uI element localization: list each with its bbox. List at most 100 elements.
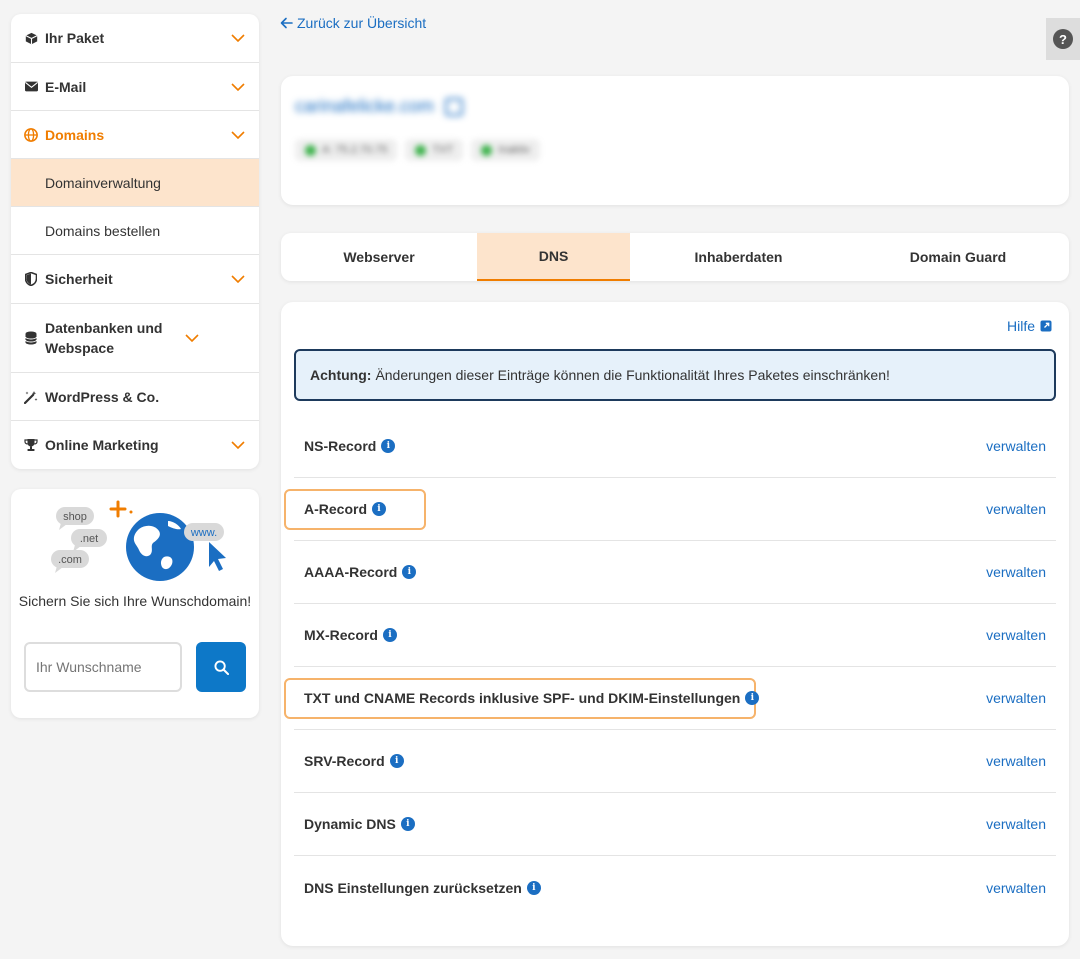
sidebar-item-domains[interactable]: Domains [11,111,259,159]
info-icon[interactable]: i [389,754,404,768]
dns-record-row: SRV-Record i verwalten [294,730,1056,793]
info-icon[interactable]: i [402,565,417,579]
domain-status-badges: A: 75.2.70.75 TXT Inaktiv [295,139,541,161]
tab-dns[interactable]: DNS [477,233,630,281]
manage-link[interactable]: verwalten [986,564,1046,580]
domain-illustration: shop .net .com www. [51,500,226,581]
magic-wand-icon [24,390,38,404]
info-icon[interactable]: i [526,880,541,895]
info-icon[interactable]: i [745,691,760,705]
dns-record-row: AAAA-Record i verwalten [294,541,1056,604]
sidebar-item-wordpress[interactable]: WordPress & Co. [11,373,259,421]
record-name: AAAA-Record i [304,564,417,580]
promo-text: Sichern Sie sich Ihre Wunschdomain! [18,593,252,609]
help-link[interactable]: Hilfe [1007,318,1052,334]
sidebar-item-label: Domains [45,126,105,143]
record-name: NS-Record i [304,438,396,454]
sidebar-item-label: E-Mail [45,78,87,95]
dns-record-list: NS-Record i verwalten A-Record i verwalten… [284,415,1056,919]
manage-link[interactable]: verwalten [986,438,1046,454]
domain-search-button[interactable] [196,642,246,692]
dns-settings-card: Hilfe Achtung: Änderungen dieser Einträg… [281,302,1069,946]
manage-link[interactable]: verwalten [986,753,1046,769]
database-icon [24,331,38,345]
info-icon[interactable]: i [400,817,415,831]
search-icon [213,659,229,675]
sidebar-item-datenbanken[interactable]: Datenbanken und Webspace [11,304,259,373]
shop-tag: shop [56,507,94,530]
info-icon[interactable]: i [372,502,387,516]
warning-alert: Achtung: Änderungen dieser Einträge könn… [294,349,1056,401]
sidebar-item-label: WordPress & Co. [45,388,160,405]
svg-text:shop: shop [63,511,87,523]
shield-icon [24,272,38,286]
domain-name: carinafelicke.com [295,96,464,117]
manage-link[interactable]: verwalten [986,880,1046,896]
dns-record-row: NS-Record i verwalten [294,415,1056,478]
sidebar-item-email[interactable]: E-Mail [11,63,259,111]
alert-text: Änderungen dieser Einträge können die Fu… [375,367,890,383]
record-name: A-Record i [304,501,387,517]
edit-icon[interactable] [445,98,464,117]
chevron-down-icon [231,130,245,139]
chevron-down-icon [231,441,245,449]
svg-text:.net: .net [80,533,98,545]
domain-tabs: Webserver DNS Inhaberdaten Domain Guard [281,233,1069,281]
external-link-icon [1040,320,1052,332]
tab-inhaberdaten[interactable]: Inhaberdaten [630,233,847,281]
back-link-label: Zurück zur Übersicht [297,15,427,31]
cursor-icon [209,542,226,571]
dns-record-row: TXT und CNAME Records inklusive SPF- und… [284,667,1056,730]
domain-search-input[interactable] [24,642,182,692]
record-name: TXT und CNAME Records inklusive SPF- und… [304,690,760,706]
dns-record-row: A-Record i verwalten [284,478,1056,541]
help-link-label: Hilfe [1006,318,1035,334]
record-name: MX-Record i [304,627,397,643]
sidebar-item-label: Online Marketing [45,437,159,453]
sidebar-item-label: Datenbanken und Webspace [45,320,163,356]
info-icon[interactable]: i [382,628,397,642]
domain-search-promo: shop .net .com www. Sichern Sie sich Ihr… [11,489,259,718]
chevron-down-icon [231,82,245,91]
sidebar-subitem-domainverwaltung[interactable]: Domainverwaltung [11,159,259,207]
tab-webserver[interactable]: Webserver [281,233,477,281]
sidebar-item-label: Ihr Paket [45,30,105,46]
info-icon[interactable]: i [381,439,396,453]
chevron-down-icon [231,275,245,283]
com-tag: .com [51,550,89,573]
sidebar-item-online-marketing[interactable]: Online Marketing [11,421,259,469]
svg-text:.com: .com [58,554,82,566]
status-dot [481,144,493,156]
dns-record-row: Dynamic DNS i verwalten [294,793,1056,856]
sidebar-item-label: Sicherheit [45,271,113,287]
back-to-overview-link[interactable]: Zurück zur Übersicht [280,15,426,31]
box-icon [24,31,38,45]
status-badge: TXT [405,139,464,161]
svg-text:www.: www. [190,527,217,539]
chevron-down-icon [185,334,199,342]
manage-link[interactable]: verwalten [986,816,1046,832]
domain-info-card: carinafelicke.com A: 75.2.70.75 TXT Inak… [281,76,1069,205]
envelope-icon [24,80,38,94]
record-name: Dynamic DNS i [304,816,415,832]
tab-domain-guard[interactable]: Domain Guard [847,233,1069,281]
manage-link[interactable]: verwalten [986,627,1046,643]
dns-record-row: DNS Einstellungen zurücksetzen i verwalte… [294,856,1056,919]
status-dot [305,144,316,156]
status-dot [415,144,427,156]
www-tag: www. [184,523,224,541]
trophy-icon [24,438,38,452]
help-button[interactable]: ? [1046,18,1080,60]
chevron-down-icon [231,34,245,42]
sidebar-subitem-domains-bestellen[interactable]: Domains bestellen [11,207,259,255]
question-icon: ? [1053,29,1073,49]
record-name: SRV-Record i [304,753,404,769]
sidebar-item-ihr-paket[interactable]: Ihr Paket [11,14,259,63]
sidebar-item-sicherheit[interactable]: Sicherheit [11,255,259,304]
net-tag: .net [71,529,107,552]
manage-link[interactable]: verwalten [986,501,1046,517]
alert-label: Achtung: [310,367,372,383]
sidebar-subitem-label: Domains bestellen [45,222,161,239]
manage-link[interactable]: verwalten [986,690,1046,706]
globe-icon [24,127,38,142]
